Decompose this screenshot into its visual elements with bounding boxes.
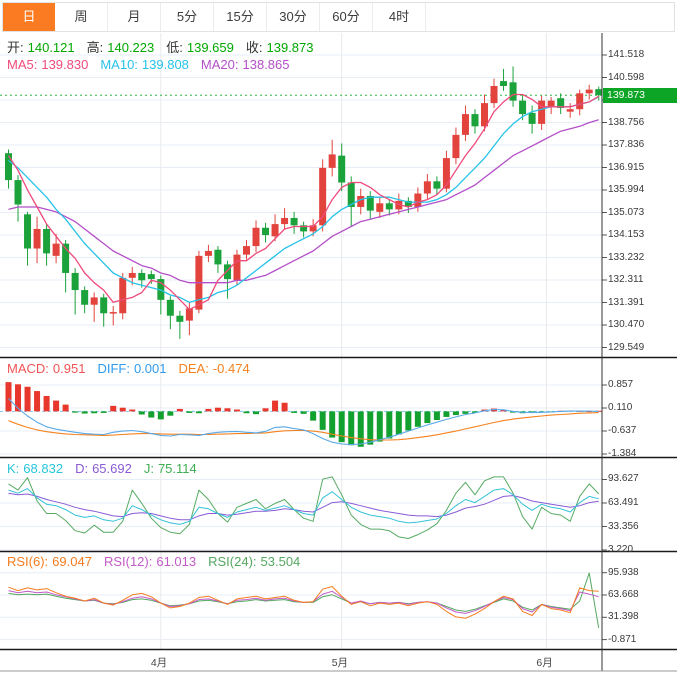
ohlc-readout: 开: 140.121 高:140.223 低: 139.659 收: 139.873 — [7, 37, 318, 56]
close-value: 139.873 — [267, 40, 314, 55]
price-axis-label: 137.836 — [608, 139, 644, 150]
trading-chart-app: 日周月5分15分30分60分4时 开: 140.121 高:140.223 低: 139… — [0, 0, 677, 680]
tab-15分[interactable]: 15分 — [214, 3, 267, 31]
tab-周[interactable]: 周 — [55, 3, 108, 31]
price-axis-label: 135.073 — [608, 207, 644, 218]
tab-日[interactable]: 日 — [3, 3, 55, 31]
macd-readout: MACD: 0.951 DIFF: 0.001 DEA: -0.474 — [7, 361, 254, 376]
rsi24-value: 53.504 — [261, 554, 301, 569]
kdj-readout: K: 68.832 D: 65.692 J: 75.114 — [7, 461, 201, 476]
price-axis-label: 131.391 — [608, 297, 644, 308]
tab-60分[interactable]: 60分 — [320, 3, 373, 31]
chart-canvas[interactable] — [0, 0, 677, 680]
k-value: 68.832 — [23, 461, 63, 476]
open-value: 140.121 — [28, 40, 75, 55]
price-axis-label: 140.598 — [608, 72, 644, 83]
macd-label: MACD: — [7, 361, 49, 376]
ma20-value: 138.865 — [243, 57, 290, 72]
close-label: 收: — [246, 40, 263, 55]
rsi-axis-label: 95.938 — [608, 567, 639, 578]
kdj-axis-label: 63.491 — [608, 497, 639, 508]
rsi24-label: RSI(24): — [208, 554, 256, 569]
kdj-axis-label: 33.356 — [608, 521, 639, 532]
j-label: J: — [144, 461, 154, 476]
ma20-label: MA20: — [201, 57, 239, 72]
price-axis-label: 134.153 — [608, 229, 644, 240]
low-label: 低: — [166, 40, 183, 55]
rsi6-value: 69.047 — [52, 554, 92, 569]
dea-value: -0.474 — [213, 361, 250, 376]
month-label: 4月 — [151, 655, 167, 670]
macd-axis-label: 0.857 — [608, 379, 633, 390]
ma5-label: MA5: — [7, 57, 37, 72]
diff-label: DIFF: — [97, 361, 130, 376]
j-value: 75.114 — [158, 461, 197, 476]
macd-axis-label: -0.637 — [608, 425, 636, 436]
high-label: 高: — [87, 40, 104, 55]
price-axis-label: 133.232 — [608, 252, 644, 263]
price-axis-label: 135.994 — [608, 184, 644, 195]
kdj-axis-label: 3.220 — [608, 544, 633, 555]
price-axis-label: 130.470 — [608, 319, 644, 330]
month-label: 5月 — [332, 655, 348, 670]
ma-readout: MA5: 139.830 MA10: 139.808 MA20: 138.865 — [7, 57, 294, 72]
tab-30分[interactable]: 30分 — [267, 3, 320, 31]
tab-月[interactable]: 月 — [108, 3, 161, 31]
timeframe-tabbar: 日周月5分15分30分60分4时 — [2, 2, 675, 32]
rsi-axis-label: 31.398 — [608, 611, 639, 622]
price-axis-label: 132.311 — [608, 274, 643, 285]
price-axis-label: 129.549 — [608, 342, 644, 353]
price-axis-label: 136.915 — [608, 162, 644, 173]
tab-4时[interactable]: 4时 — [373, 3, 426, 31]
tab-5分[interactable]: 5分 — [161, 3, 214, 31]
ma10-label: MA10: — [100, 57, 138, 72]
open-label: 开: — [7, 40, 24, 55]
k-label: K: — [7, 461, 19, 476]
price-axis-label: 141.518 — [608, 49, 644, 60]
current-price-badge: 139.873 — [603, 88, 677, 103]
month-label: 6月 — [536, 655, 552, 670]
d-value: 65.692 — [92, 461, 132, 476]
high-value: 140.223 — [107, 40, 154, 55]
price-axis-label: 138.756 — [608, 117, 644, 128]
ma5-value: 139.830 — [41, 57, 88, 72]
rsi12-label: RSI(12): — [104, 554, 152, 569]
macd-value: 0.951 — [53, 361, 86, 376]
kdj-axis-label: 93.627 — [608, 473, 639, 484]
macd-axis-label: -1.384 — [608, 448, 636, 459]
low-value: 139.659 — [187, 40, 234, 55]
tabbar-filler — [426, 3, 674, 31]
rsi-axis-label: 63.668 — [608, 589, 639, 600]
rsi12-value: 61.013 — [156, 554, 196, 569]
ma10-value: 139.808 — [142, 57, 189, 72]
dea-label: DEA: — [178, 361, 208, 376]
d-label: D: — [75, 461, 88, 476]
rsi-readout: RSI(6): 69.047 RSI(12): 61.013 RSI(24): 53.50… — [7, 554, 304, 569]
rsi6-label: RSI(6): — [7, 554, 48, 569]
macd-axis-label: 0.110 — [608, 402, 632, 413]
diff-value: 0.001 — [134, 361, 167, 376]
rsi-axis-label: -0.871 — [608, 634, 636, 645]
